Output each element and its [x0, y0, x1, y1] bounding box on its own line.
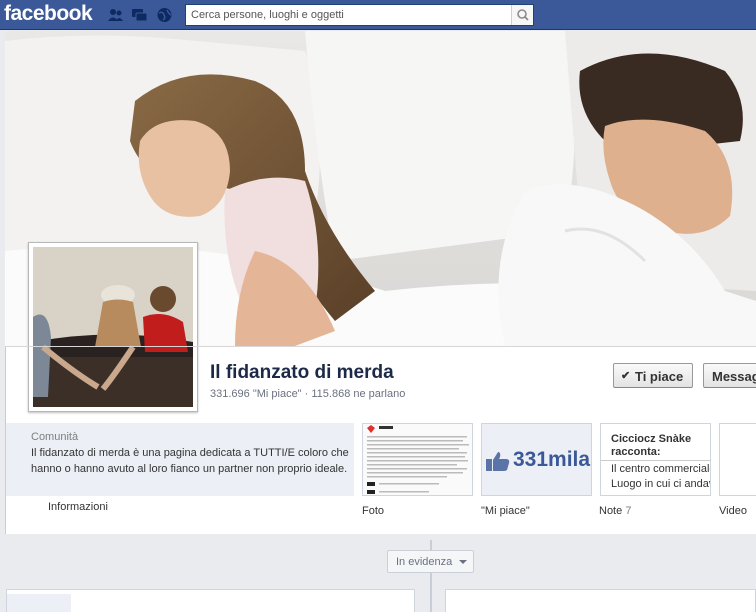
checkmark-icon: ✔ — [621, 370, 631, 382]
search-icon — [517, 9, 529, 21]
search-input[interactable]: Cerca persone, luoghi e oggetti — [191, 9, 344, 21]
page-stats: 331.696 "Mi piace" · 115.868 ne parlano — [210, 388, 406, 400]
highlights-label: In evidenza — [396, 556, 453, 568]
video-label[interactable]: Video — [719, 505, 747, 517]
timeline-card-right — [445, 589, 756, 612]
timeline-card-left — [6, 589, 415, 612]
photos-thumbnail[interactable] — [362, 423, 473, 496]
message-button-label: Messag — [712, 369, 756, 384]
friend-requests-icon[interactable] — [107, 7, 124, 23]
like-button[interactable]: ✔ Ti piace — [613, 363, 693, 388]
note-line-1: Il centro commerciale — [611, 463, 711, 475]
notes-label[interactable]: Note 7 — [599, 505, 631, 517]
likes-thumbnail[interactable]: 331mila — [481, 423, 592, 496]
video-thumbnail[interactable] — [719, 423, 756, 496]
notifications-globe-icon[interactable] — [156, 7, 173, 23]
top-bar: facebook Cerca persone, luoghi e oggetti — [0, 0, 756, 30]
about-box[interactable]: Comunità Il fidanzato di merda è una pag… — [6, 423, 354, 496]
photos-label[interactable]: Foto — [362, 505, 384, 517]
composer-tab[interactable] — [7, 594, 71, 612]
note-divider — [601, 460, 710, 461]
page-category: Comunità — [31, 431, 79, 443]
facebook-logo[interactable]: facebook — [4, 2, 93, 26]
search-box[interactable]: Cerca persone, luoghi e oggetti — [185, 4, 534, 26]
cover-divider — [5, 346, 756, 347]
highlights-dropdown[interactable]: In evidenza — [387, 550, 474, 573]
notes-thumbnail[interactable]: Cicciocz Snàke racconta: Il centro comme… — [600, 423, 711, 496]
likes-count: 331mila — [513, 448, 591, 471]
search-button[interactable] — [511, 5, 533, 25]
page-description: Il fidanzato di merda è una pagina dedic… — [31, 447, 349, 475]
note-title: Cicciocz Snàke racconta: — [611, 433, 692, 458]
like-button-label: Ti piace — [635, 369, 684, 384]
note-line-2: Luogo in cui ci andav — [611, 478, 711, 490]
message-button[interactable]: Messag — [703, 363, 756, 388]
notes-label-text: Note — [599, 505, 623, 517]
notes-count: 7 — [625, 505, 632, 517]
thumbs-up-icon — [486, 452, 510, 471]
page-title: Il fidanzato di merda — [210, 362, 394, 383]
chevron-down-icon — [459, 560, 467, 564]
profile-picture[interactable] — [28, 242, 198, 412]
info-link[interactable]: Informazioni — [48, 501, 108, 513]
messages-icon[interactable] — [131, 7, 148, 23]
likes-label[interactable]: "Mi piace" — [481, 505, 530, 517]
